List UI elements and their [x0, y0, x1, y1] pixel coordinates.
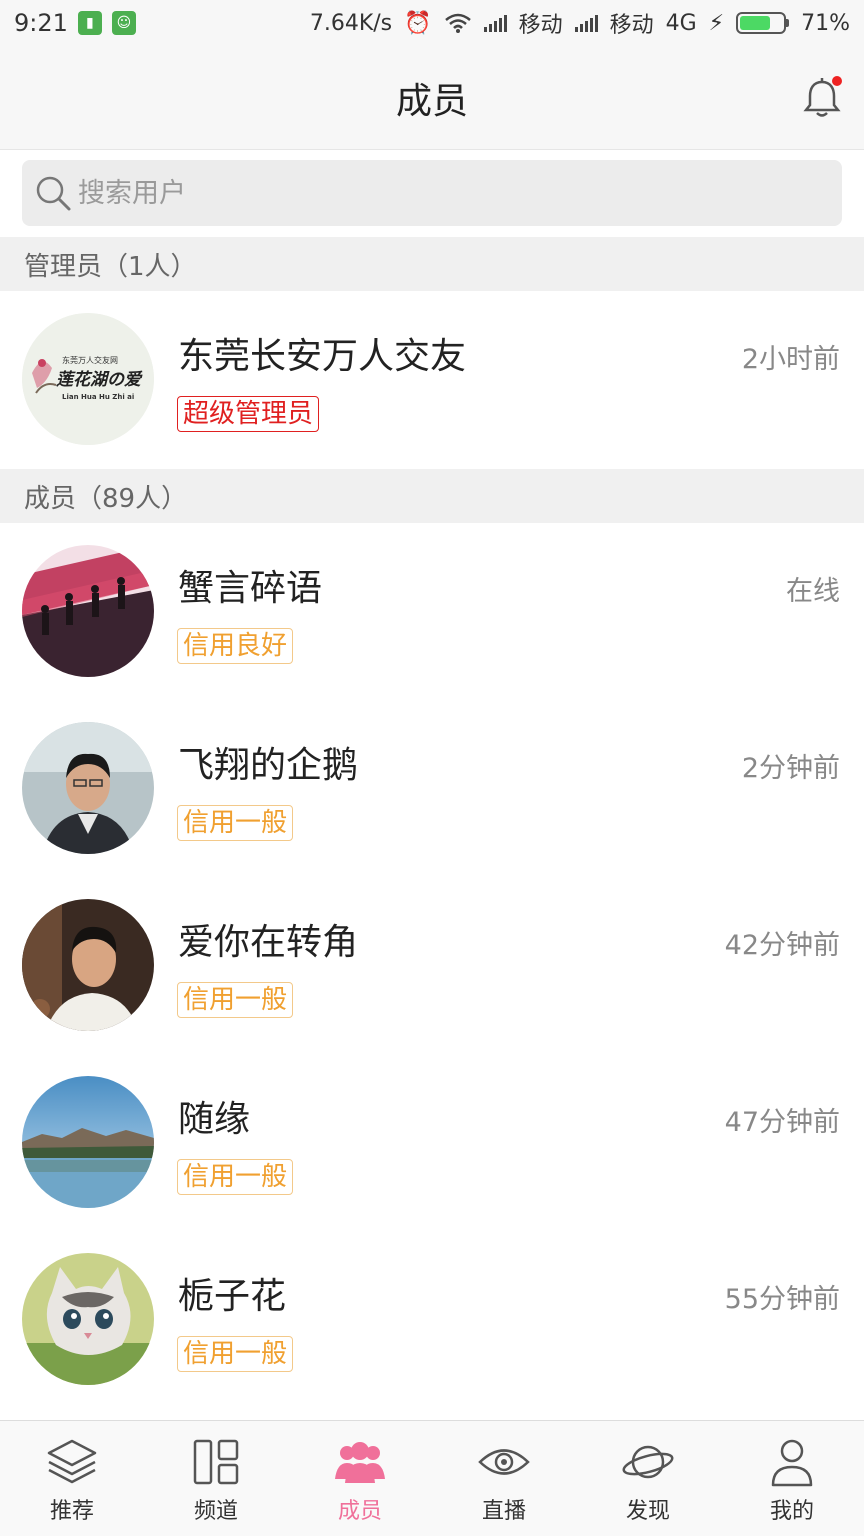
member-name: 爱你在转角 — [178, 922, 359, 963]
grid-icon — [193, 1439, 239, 1485]
avatar-top-text: 东莞万人交友网 — [62, 355, 118, 365]
credit-badge: 信用良好 — [177, 628, 294, 664]
section-header-admins: 管理员（1人） — [0, 237, 864, 291]
tab-discover[interactable]: 发现 — [576, 1421, 720, 1536]
avatar — [22, 722, 154, 854]
alarm-icon: ⏰ — [404, 10, 432, 36]
avatar — [22, 1076, 154, 1208]
credit-badge: 信用一般 — [177, 1336, 294, 1372]
carrier-1: 移动 — [518, 13, 563, 38]
tab-members[interactable]: 成员 — [288, 1421, 432, 1536]
avatar — [22, 899, 154, 1031]
tab-label: 成员 — [337, 1499, 382, 1524]
signal-icon-2 — [574, 14, 598, 32]
charging-icon: ⚡ — [708, 10, 725, 36]
carrier-2: 移动 — [609, 13, 654, 38]
status-bar: 9:21 ▮ ☺ 7.64K/s ⏰ 移动 移动 4G ⚡ 71% — [0, 0, 864, 46]
avatar — [22, 545, 154, 677]
android-icon: ☺ — [111, 11, 136, 35]
admin-row[interactable]: 东莞万人交友网 莲花湖の爱 Lian Hua Hu Zhi ai 东莞长安万人交… — [0, 291, 864, 467]
avatar-sub-text: Lian Hua Hu Zhi ai — [62, 393, 134, 401]
search-icon — [36, 176, 71, 211]
app-header: 成员 — [0, 46, 864, 150]
tab-channels[interactable]: 频道 — [144, 1421, 288, 1536]
member-row[interactable]: 飞翔的企鹅 2分钟前 信用一般 — [0, 700, 864, 876]
battery-percent: 71% — [801, 10, 850, 36]
tab-label: 直播 — [481, 1499, 526, 1524]
search-box[interactable] — [22, 160, 842, 226]
page-title: 成员 — [395, 80, 468, 122]
tab-recommend[interactable]: 推荐 — [0, 1421, 144, 1536]
search-input[interactable] — [78, 177, 678, 209]
last-active-time: 2小时前 — [741, 344, 840, 375]
wifi-icon — [444, 13, 471, 33]
last-active-time: 2分钟前 — [741, 753, 840, 784]
tab-label: 推荐 — [49, 1499, 94, 1524]
section-header-members: 成员（89人） — [0, 469, 864, 523]
member-name: 栀子花 — [178, 1276, 287, 1317]
network-type: 4G — [665, 10, 697, 36]
member-name: 蟹言碎语 — [178, 568, 323, 609]
search-bar — [0, 151, 864, 237]
last-active-time: 55分钟前 — [724, 1284, 840, 1315]
last-active-time: 在线 — [786, 576, 840, 607]
tab-label: 频道 — [193, 1499, 238, 1524]
member-name: 飞翔的企鹅 — [178, 745, 359, 786]
member-row[interactable]: 栀子花 55分钟前 信用一般 — [0, 1231, 864, 1407]
signal-icon — [483, 14, 507, 32]
credit-badge: 信用一般 — [177, 982, 294, 1018]
member-row[interactable]: 蟹言碎语 在线 信用良好 — [0, 523, 864, 699]
sim-icon: ▮ — [77, 11, 102, 35]
avatar-main-text: 莲花湖の爱 — [56, 370, 143, 390]
avatar — [22, 1253, 154, 1385]
bottom-tab-bar: 推荐 频道 成员 直播 发现 我的 — [0, 1420, 864, 1536]
eye-icon — [478, 1449, 530, 1475]
tab-label: 发现 — [625, 1499, 670, 1524]
network-speed: 7.64K/s — [309, 10, 393, 36]
last-active-time: 42分钟前 — [724, 930, 840, 961]
planet-icon — [622, 1445, 674, 1479]
last-active-time: 47分钟前 — [724, 1107, 840, 1138]
person-icon — [771, 1439, 813, 1487]
credit-badge: 信用一般 — [177, 1159, 294, 1195]
member-name: 东莞长安万人交友 — [178, 336, 467, 377]
credit-badge: 信用一般 — [177, 805, 294, 841]
layers-icon — [47, 1439, 97, 1484]
member-name: 随缘 — [178, 1099, 251, 1140]
tab-live[interactable]: 直播 — [432, 1421, 576, 1536]
avatar: 东莞万人交友网 莲花湖の爱 Lian Hua Hu Zhi ai — [22, 313, 154, 445]
status-time: 9:21 — [14, 9, 68, 37]
users-icon — [335, 1442, 385, 1483]
battery-icon — [736, 12, 790, 34]
notification-button[interactable] — [802, 76, 842, 120]
tab-mine[interactable]: 我的 — [720, 1421, 864, 1536]
tab-label: 我的 — [769, 1499, 814, 1524]
member-row[interactable]: 随缘 47分钟前 信用一般 — [0, 1054, 864, 1230]
notification-dot — [832, 76, 842, 86]
admin-badge: 超级管理员 — [177, 396, 320, 432]
member-row[interactable]: 爱你在转角 42分钟前 信用一般 — [0, 877, 864, 1053]
